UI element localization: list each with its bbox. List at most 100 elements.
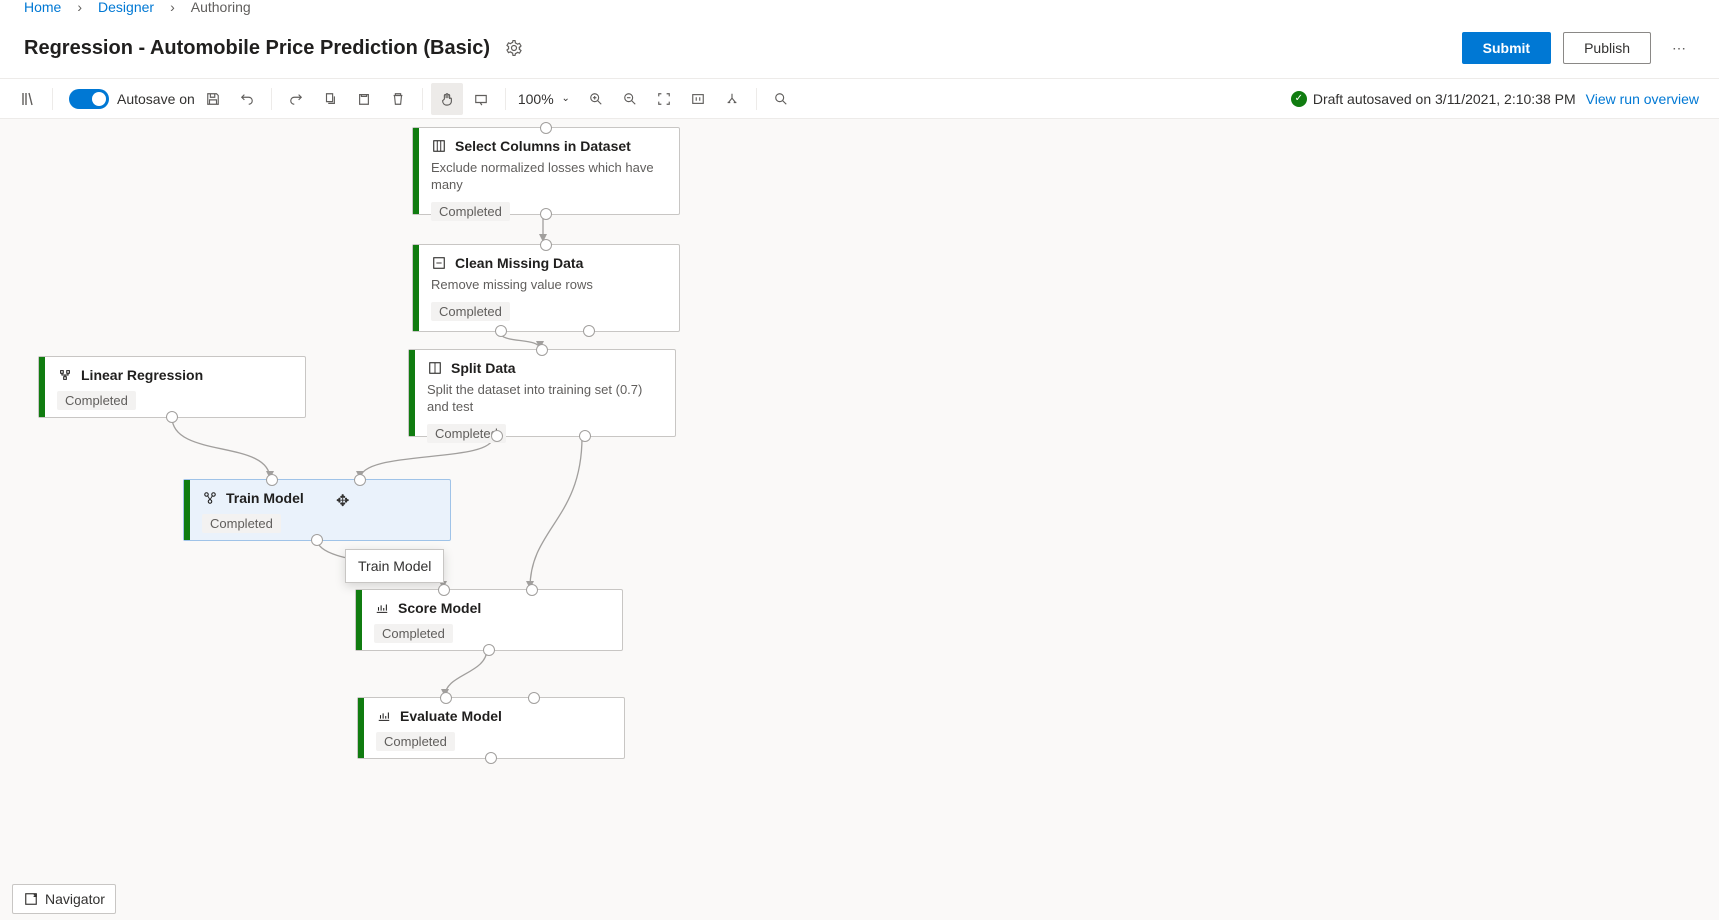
chevron-down-icon: ⌄: [558, 91, 574, 107]
breadcrumb-sep: ›: [170, 0, 175, 15]
settings-button[interactable]: [502, 36, 526, 60]
toolbar-separator: [271, 88, 272, 110]
clean-icon: [431, 255, 447, 271]
publish-button[interactable]: Publish: [1563, 32, 1651, 64]
page-title: Regression - Automobile Price Prediction…: [24, 37, 490, 60]
node-title: Select Columns in Dataset: [455, 138, 631, 154]
node-score-model[interactable]: Score Model Completed: [355, 589, 623, 651]
pan-button[interactable]: [431, 83, 463, 115]
algorithm-icon: [57, 367, 73, 383]
paste-icon: [356, 91, 372, 107]
view-run-overview-link[interactable]: View run overview: [1586, 91, 1699, 107]
search-icon: [773, 91, 789, 107]
save-icon: [205, 91, 221, 107]
node-select-columns[interactable]: Select Columns in Dataset Exclude normal…: [412, 127, 680, 215]
node-description: Remove missing value rows: [431, 277, 667, 294]
zoom-level[interactable]: 100%⌄: [514, 91, 578, 107]
autolayout-button[interactable]: [716, 83, 748, 115]
node-linear-regression[interactable]: Linear Regression Completed: [38, 356, 306, 418]
node-clean-missing-data[interactable]: Clean Missing Data Remove missing value …: [412, 244, 680, 332]
input-port[interactable]: [438, 584, 450, 596]
autolayout-icon: [724, 91, 740, 107]
more-icon: ⋯: [1671, 40, 1687, 56]
autosave-label: Autosave on: [117, 91, 195, 107]
input-port[interactable]: [440, 692, 452, 704]
input-port[interactable]: [536, 344, 548, 356]
columns-icon: [431, 138, 447, 154]
undo-button[interactable]: [231, 83, 263, 115]
train-icon: [202, 490, 218, 506]
output-port[interactable]: [311, 534, 323, 546]
submit-button[interactable]: Submit: [1462, 32, 1551, 64]
node-description: Split the dataset into training set (0.7…: [427, 382, 663, 416]
breadcrumb: Home › Designer › Authoring: [0, 0, 1719, 14]
navigator-icon: [23, 891, 39, 907]
node-status: Completed: [374, 624, 453, 643]
breadcrumb-current: Authoring: [191, 0, 251, 15]
input-port[interactable]: [266, 474, 278, 486]
node-title: Train Model: [226, 490, 304, 506]
breadcrumb-sep: ›: [77, 0, 82, 15]
input-port[interactable]: [526, 584, 538, 596]
node-title: Split Data: [451, 360, 516, 376]
autosave-toggle[interactable]: [69, 89, 109, 109]
fit-screen-button[interactable]: [648, 83, 680, 115]
output-port[interactable]: [166, 411, 178, 423]
redo-button[interactable]: [280, 83, 312, 115]
copy-button[interactable]: [314, 83, 346, 115]
node-status: Completed: [376, 732, 455, 751]
node-description: Exclude normalized losses which have man…: [431, 160, 667, 194]
paste-button[interactable]: [348, 83, 380, 115]
output-port[interactable]: [483, 644, 495, 656]
node-tooltip: Train Model: [345, 549, 444, 583]
copy-icon: [322, 91, 338, 107]
redo-icon: [288, 91, 304, 107]
node-title: Linear Regression: [81, 367, 203, 383]
gear-icon: [506, 40, 522, 56]
node-status: Completed: [431, 202, 510, 221]
zoom-in-icon: [588, 91, 604, 107]
toolbar: Autosave on 100%⌄ ✓ Draft autosaved on 3…: [0, 79, 1719, 119]
zoom-in-button[interactable]: [580, 83, 612, 115]
autosave-status: ✓ Draft autosaved on 3/11/2021, 2:10:38 …: [1291, 91, 1576, 107]
output-port[interactable]: [540, 208, 552, 220]
delete-button[interactable]: [382, 83, 414, 115]
check-icon: ✓: [1291, 91, 1307, 107]
input-port[interactable]: [540, 239, 552, 251]
save-button[interactable]: [197, 83, 229, 115]
pipeline-canvas[interactable]: Select Columns in Dataset Exclude normal…: [0, 119, 1719, 920]
breadcrumb-designer[interactable]: Designer: [98, 0, 154, 15]
output-port[interactable]: [485, 752, 497, 764]
input-port[interactable]: [354, 474, 366, 486]
output-port[interactable]: [491, 430, 503, 442]
output-port[interactable]: [495, 325, 507, 337]
output-port[interactable]: [583, 325, 595, 337]
more-actions-button[interactable]: ⋯: [1663, 32, 1695, 64]
score-icon: [374, 600, 390, 616]
actual-size-button[interactable]: [682, 83, 714, 115]
autosave-status-text: Draft autosaved on 3/11/2021, 2:10:38 PM: [1313, 91, 1576, 107]
node-title: Evaluate Model: [400, 708, 502, 724]
node-status: Completed: [57, 391, 136, 410]
undo-icon: [239, 91, 255, 107]
library-button[interactable]: [12, 83, 44, 115]
split-icon: [427, 360, 443, 376]
node-train-model[interactable]: Train Model Completed: [183, 479, 451, 541]
selection-icon: [473, 91, 489, 107]
toolbar-separator: [422, 88, 423, 110]
selection-button[interactable]: [465, 83, 497, 115]
output-port[interactable]: [579, 430, 591, 442]
input-port[interactable]: [528, 692, 540, 704]
input-port[interactable]: [540, 122, 552, 134]
navigator-label: Navigator: [45, 891, 105, 907]
actual-size-icon: [690, 91, 706, 107]
node-split-data[interactable]: Split Data Split the dataset into traini…: [408, 349, 676, 437]
navigator-toggle[interactable]: Navigator: [12, 884, 116, 914]
search-button[interactable]: [765, 83, 797, 115]
node-title: Score Model: [398, 600, 481, 616]
toolbar-separator: [505, 88, 506, 110]
breadcrumb-home[interactable]: Home: [24, 0, 61, 15]
toolbar-separator: [756, 88, 757, 110]
zoom-out-button[interactable]: [614, 83, 646, 115]
node-evaluate-model[interactable]: Evaluate Model Completed: [357, 697, 625, 759]
